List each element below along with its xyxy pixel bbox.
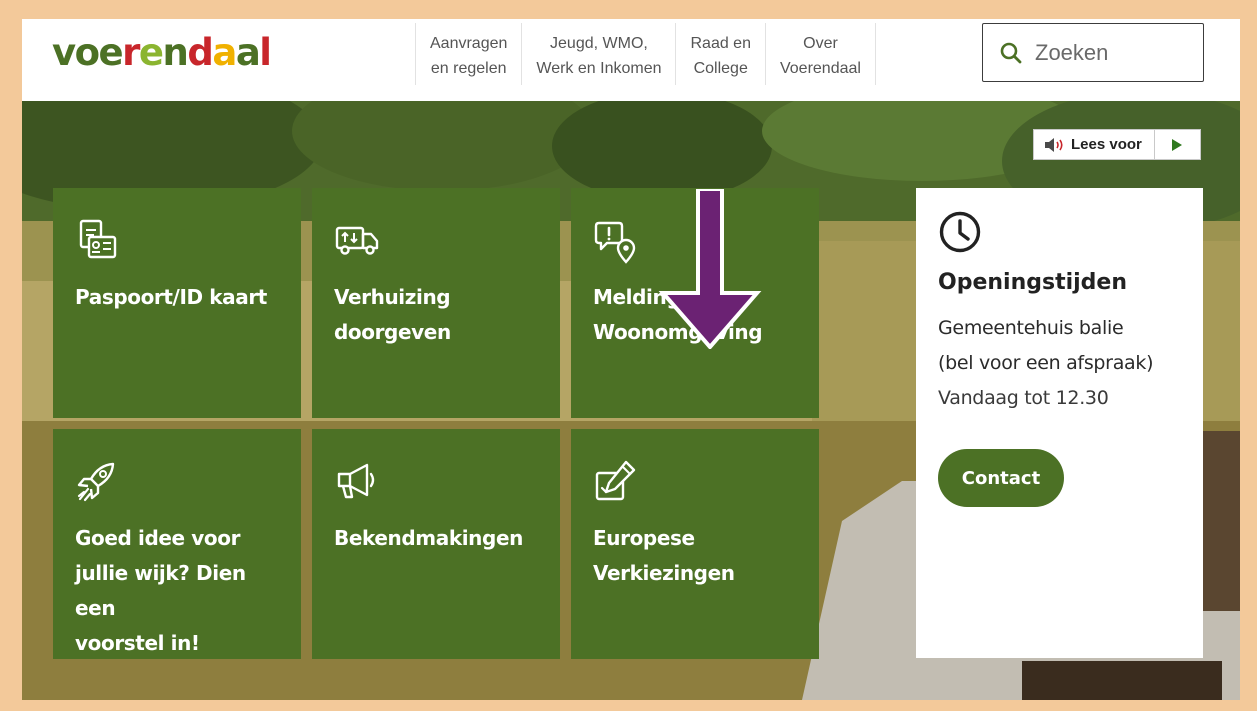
logo-letter: a — [235, 31, 261, 74]
nav-item-over-voerendaal[interactable]: Over Voerendaal — [764, 23, 876, 85]
id-card-icon — [79, 219, 117, 259]
logo-letter: a — [212, 31, 237, 74]
megaphone-icon — [337, 463, 375, 499]
ballot-pen-icon — [595, 460, 636, 501]
logo-letter: n — [162, 31, 189, 74]
nav-label: Jeugd, WMO, — [550, 35, 648, 52]
nav-label: Aanvragen — [430, 35, 508, 52]
tile-label: doorgeven — [334, 320, 451, 344]
contact-button[interactable]: Contact — [938, 449, 1064, 507]
rocket-icon — [77, 462, 115, 502]
search-box[interactable] — [982, 23, 1204, 82]
logo-letter: r — [122, 31, 140, 74]
tile-bekendmakingen[interactable]: Bekendmakingen — [312, 429, 560, 659]
down-arrow-annotation — [658, 189, 762, 349]
nav-label: en regelen — [430, 60, 507, 77]
tile-paspoort[interactable]: Paspoort/ID kaart — [53, 188, 301, 418]
search-icon — [1000, 42, 1022, 63]
tile-label: jullie wijk? Dien een — [75, 561, 246, 620]
clock-icon — [939, 211, 981, 253]
site-header: voerendaal Aanvragen en regelen Jeugd, W… — [22, 19, 1240, 101]
tile-label: Goed idee voor — [75, 526, 241, 550]
tile-label: Paspoort/ID kaart — [75, 285, 267, 309]
opening-hours-card: Openingstijden Gemeentehuis balie (bel v… — [916, 188, 1203, 658]
site-logo[interactable]: voerendaal — [52, 31, 272, 74]
opening-hours-title: Openingstijden — [938, 270, 1128, 295]
location-line: (bel voor een afspraak) — [938, 352, 1154, 374]
nav-item-raad-college[interactable]: Raad en College — [675, 23, 765, 85]
logo-letter: e — [138, 31, 164, 74]
logo-letter: v — [52, 31, 76, 74]
tile-label: Verhuizing — [334, 285, 451, 309]
nav-item-aanvragen[interactable]: Aanvragen en regelen — [415, 23, 521, 85]
nav-label: College — [693, 60, 748, 77]
read-aloud-label: Lees voor — [1071, 136, 1142, 153]
nav-label: Raad en — [690, 35, 751, 52]
tile-label: Europese — [593, 526, 695, 550]
tile-goed-idee[interactable]: Goed idee voor jullie wijk? Dien een voo… — [53, 429, 301, 659]
main-nav: Aanvragen en regelen Jeugd, WMO, Werk en… — [415, 23, 876, 85]
speaker-icon — [1045, 137, 1063, 152]
screenshot-frame: voerendaal Aanvragen en regelen Jeugd, W… — [22, 19, 1240, 700]
today-hours: Vandaag tot 12.30 — [938, 387, 1109, 409]
moving-truck-icon — [335, 226, 379, 255]
location-name: Gemeentehuis balie (bel voor een afspraa… — [938, 311, 1181, 381]
nav-label: Voerendaal — [779, 60, 861, 77]
tile-label: voorstel in! — [75, 631, 200, 655]
play-icon — [1172, 138, 1183, 151]
report-location-icon — [594, 221, 636, 264]
nav-item-jeugd-wmo[interactable]: Jeugd, WMO, Werk en Inkomen — [521, 23, 675, 85]
logo-letter: d — [187, 31, 214, 74]
play-button[interactable] — [1155, 130, 1200, 159]
logo-letter: l — [259, 31, 272, 74]
logo-letter: e — [98, 31, 124, 74]
read-aloud-button[interactable]: Lees voor — [1034, 130, 1155, 159]
nav-label: Over — [803, 35, 838, 52]
read-aloud-widget: Lees voor — [1033, 129, 1201, 160]
tile-europese-verkiezingen[interactable]: Europese Verkiezingen — [571, 429, 819, 659]
hero-banner: Lees voor Paspoort/ID kaart Verhuizing d… — [22, 101, 1240, 700]
tile-verhuizing[interactable]: Verhuizing doorgeven — [312, 188, 560, 418]
search-input[interactable] — [1035, 39, 1185, 66]
nav-label: Werk en Inkomen — [536, 60, 662, 77]
tile-label: Verkiezingen — [593, 561, 735, 585]
location-line: Gemeentehuis balie — [938, 317, 1124, 339]
logo-letter: o — [74, 31, 100, 74]
tile-label: Bekendmakingen — [334, 526, 523, 550]
